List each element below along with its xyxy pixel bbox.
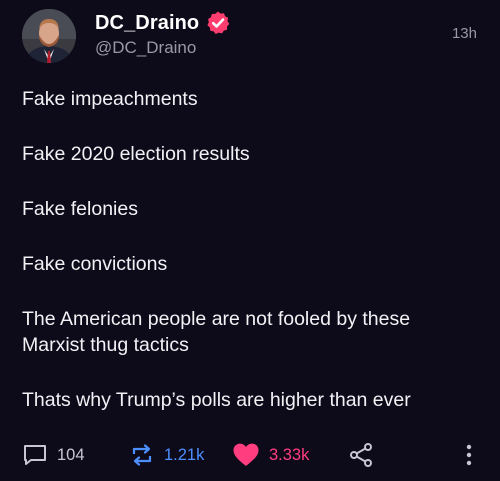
post-paragraph: Fake convictions — [22, 253, 168, 275]
avatar[interactable] — [22, 9, 76, 63]
post-paragraph: Fake 2020 election results — [22, 143, 250, 165]
author-handle[interactable]: @DC_Draino — [95, 38, 196, 58]
heart-icon — [233, 443, 259, 466]
repost-button[interactable]: 1.21k — [129, 440, 204, 470]
repost-count: 1.21k — [164, 445, 205, 464]
post-timestamp[interactable]: 13h — [452, 25, 477, 42]
more-vertical-icon — [466, 444, 472, 466]
post-paragraph: Fake impeachments — [22, 88, 198, 110]
post-body: Fake impeachments Fake 2020 election res… — [22, 86, 482, 442]
action-bar: 104 1.21k 3.33k — [22, 440, 474, 470]
comment-icon — [24, 445, 46, 465]
share-icon — [350, 443, 372, 467]
more-options-button[interactable] — [464, 440, 474, 470]
repost-icon — [132, 444, 152, 466]
like-button[interactable]: 3.33k — [232, 440, 309, 470]
post-card: DC_Draino @DC_Draino 13h Fake impeachmen… — [0, 0, 500, 481]
post-paragraph: Thats why Trump’s polls are higher than … — [22, 389, 411, 411]
verified-badge-icon — [205, 10, 231, 36]
post-paragraph: Fake felonies — [22, 198, 138, 220]
avatar-image — [22, 9, 76, 63]
name-row: DC_Draino — [95, 10, 231, 36]
share-button[interactable] — [348, 440, 374, 470]
display-name[interactable]: DC_Draino — [95, 12, 199, 35]
reply-count: 104 — [57, 445, 85, 464]
post-header: DC_Draino @DC_Draino 13h — [22, 9, 478, 65]
post-paragraph: The American people are not fooled by th… — [22, 308, 411, 356]
like-count: 3.33k — [269, 445, 310, 464]
reply-button[interactable]: 104 — [22, 440, 85, 470]
